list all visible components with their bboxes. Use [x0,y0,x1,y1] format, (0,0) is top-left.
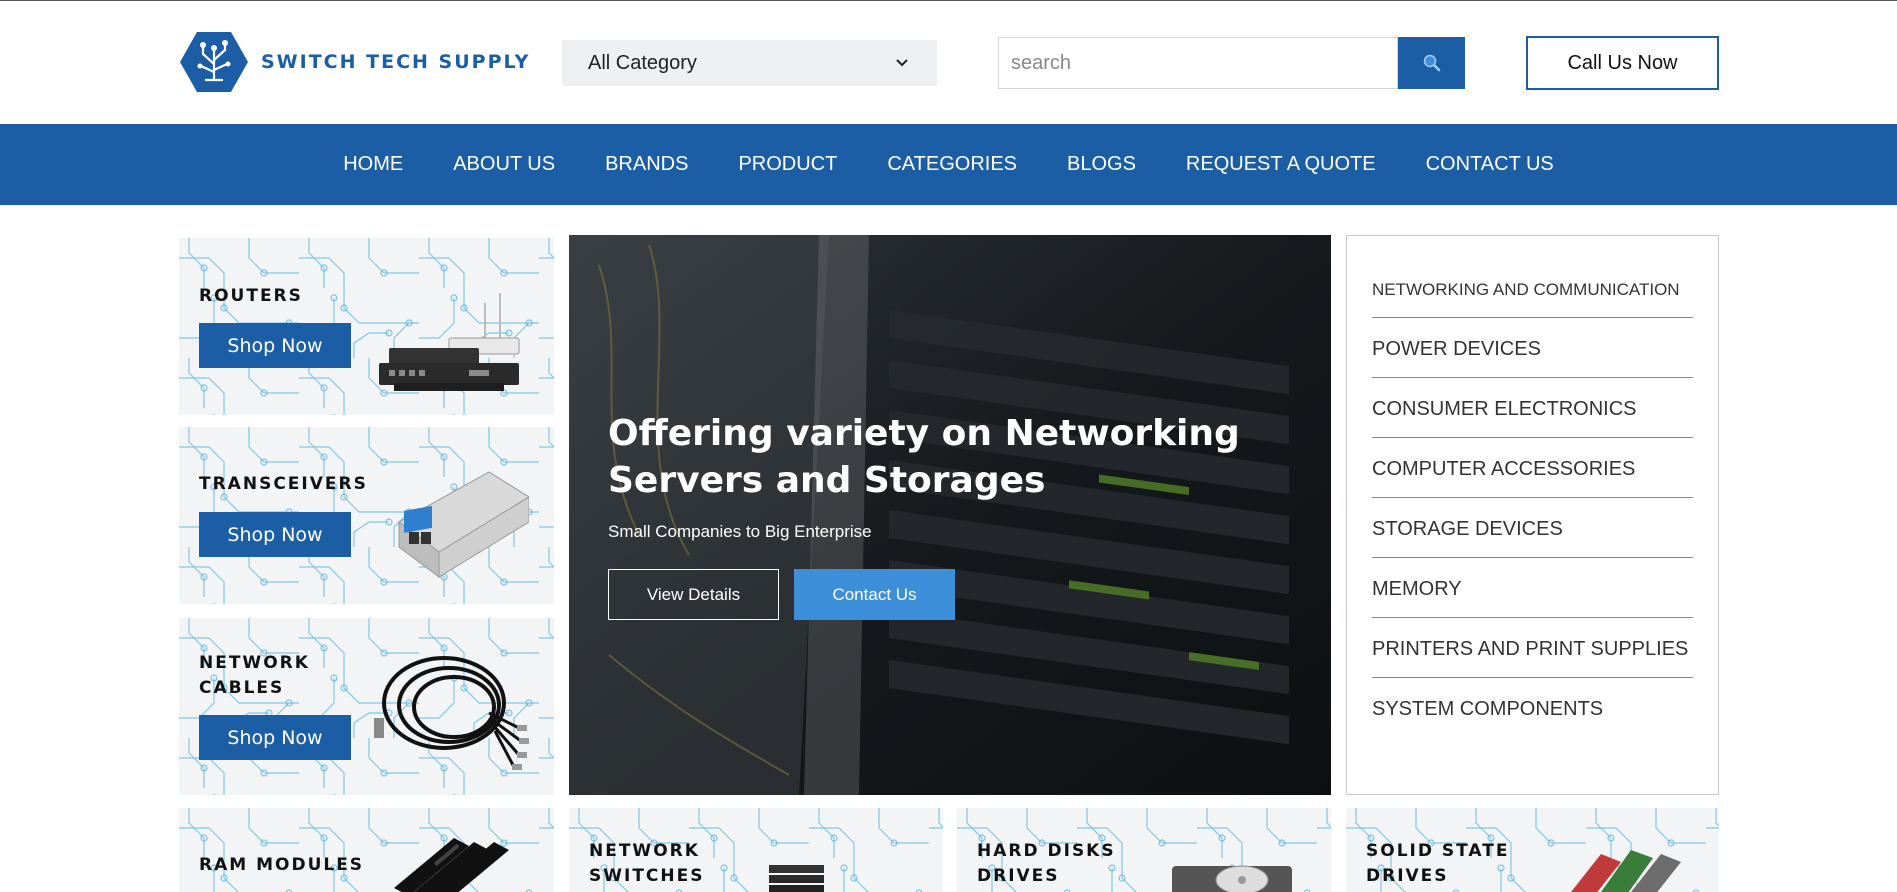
cable-image [374,656,529,770]
chevron-down-icon [896,59,908,67]
tile-title: HARD DISKS DRIVES [977,839,1116,889]
tile-title-line1: HARD DISKS [977,841,1116,861]
network-switch-image [769,865,824,892]
category-item-consumer-electronics[interactable]: CONSUMER ELECTRONICS [1372,378,1693,438]
promo-tile-network-switches: NETWORK SWITCHES [569,808,943,892]
category-select[interactable]: All Category [562,40,937,86]
tile-title: ROUTERS [199,286,303,306]
tile-title: NETWORK CABLES [199,651,310,701]
promo-tile-ssd: SOLID STATE DRIVES [1346,808,1719,892]
search-icon [1423,54,1440,72]
search-input[interactable] [998,37,1398,89]
nav-categories[interactable]: CATEGORIES [887,153,1017,176]
category-item-networking[interactable]: NETWORKING AND COMMUNICATION [1372,270,1693,318]
tile-title: NETWORK SWITCHES [589,839,704,889]
server-rack-background [569,235,1331,795]
tile-title-line2: DRIVES [1366,866,1449,886]
tile-title-line2: DRIVES [977,866,1060,886]
tile-title-line1: NETWORK [589,841,700,861]
promo-tile-routers: ROUTERS Shop Now [179,238,554,415]
nav-contact-us[interactable]: CONTACT US [1426,153,1554,176]
logo-hexagon-icon [180,32,248,92]
search-button[interactable] [1398,37,1465,89]
shop-now-button[interactable]: Shop Now [199,323,351,368]
category-list: NETWORKING AND COMMUNICATION POWER DEVIC… [1346,235,1719,795]
category-item-power-devices[interactable]: POWER DEVICES [1372,318,1693,378]
tile-title: SOLID STATE DRIVES [1366,839,1509,889]
view-details-button[interactable]: View Details [608,569,779,620]
hero-title: Offering variety on Networking Servers a… [608,413,1240,501]
promo-tile-transceivers: TRANSCEIVERS Shop Now [179,427,554,604]
hero-subtitle: Small Companies to Big Enterprise [608,522,872,541]
promo-tile-network-cables: NETWORK CABLES Shop Now [179,618,554,795]
nav-about-us[interactable]: ABOUT US [453,153,555,176]
nav-home[interactable]: HOME [343,153,403,176]
category-item-memory[interactable]: MEMORY [1372,558,1693,618]
category-item-system-components[interactable]: SYSTEM COMPONENTS [1372,678,1693,737]
tile-title-line2: CABLES [199,678,285,698]
nav-brands[interactable]: BRANDS [605,153,688,176]
nav-product[interactable]: PRODUCT [738,153,837,176]
nav-blogs[interactable]: BLOGS [1067,153,1136,176]
logo-text: SWITCH TECH SUPPLY [261,51,531,73]
site-logo[interactable]: SWITCH TECH SUPPLY [179,30,530,94]
tile-title-line1: NETWORK [199,653,310,673]
shop-now-button[interactable]: Shop Now [199,512,351,557]
ssd-image [1571,850,1681,892]
main-nav: HOME ABOUT US BRANDS PRODUCT CATEGORIES … [0,124,1897,205]
promo-tile-hard-disks: HARD DISKS DRIVES [957,808,1331,892]
tile-title: RAM MODULES [199,855,365,875]
hero-banner: Offering variety on Networking Servers a… [569,235,1331,795]
category-item-computer-accessories[interactable]: COMPUTER ACCESSORIES [1372,438,1693,498]
site-header: SWITCH TECH SUPPLY All Category Call Us … [0,0,1897,124]
router-image [379,293,520,391]
tile-title: TRANSCEIVERS [199,474,368,494]
tile-title-line1: SOLID STATE [1366,841,1510,861]
shop-now-button[interactable]: Shop Now [199,715,351,760]
category-item-storage-devices[interactable]: STORAGE DEVICES [1372,498,1693,558]
nav-request-quote[interactable]: REQUEST A QUOTE [1186,153,1376,176]
transceiver-image [398,471,529,578]
tile-title-line2: SWITCHES [589,866,705,886]
ram-module-image [394,838,509,892]
hard-disk-image [1172,865,1292,892]
category-item-printers[interactable]: PRINTERS AND PRINT SUPPLIES [1372,618,1693,678]
call-us-button[interactable]: Call Us Now [1526,36,1719,90]
category-select-value: All Category [588,51,697,74]
contact-us-button[interactable]: Contact Us [794,569,955,620]
promo-tile-ram-modules: RAM MODULES [179,808,554,892]
